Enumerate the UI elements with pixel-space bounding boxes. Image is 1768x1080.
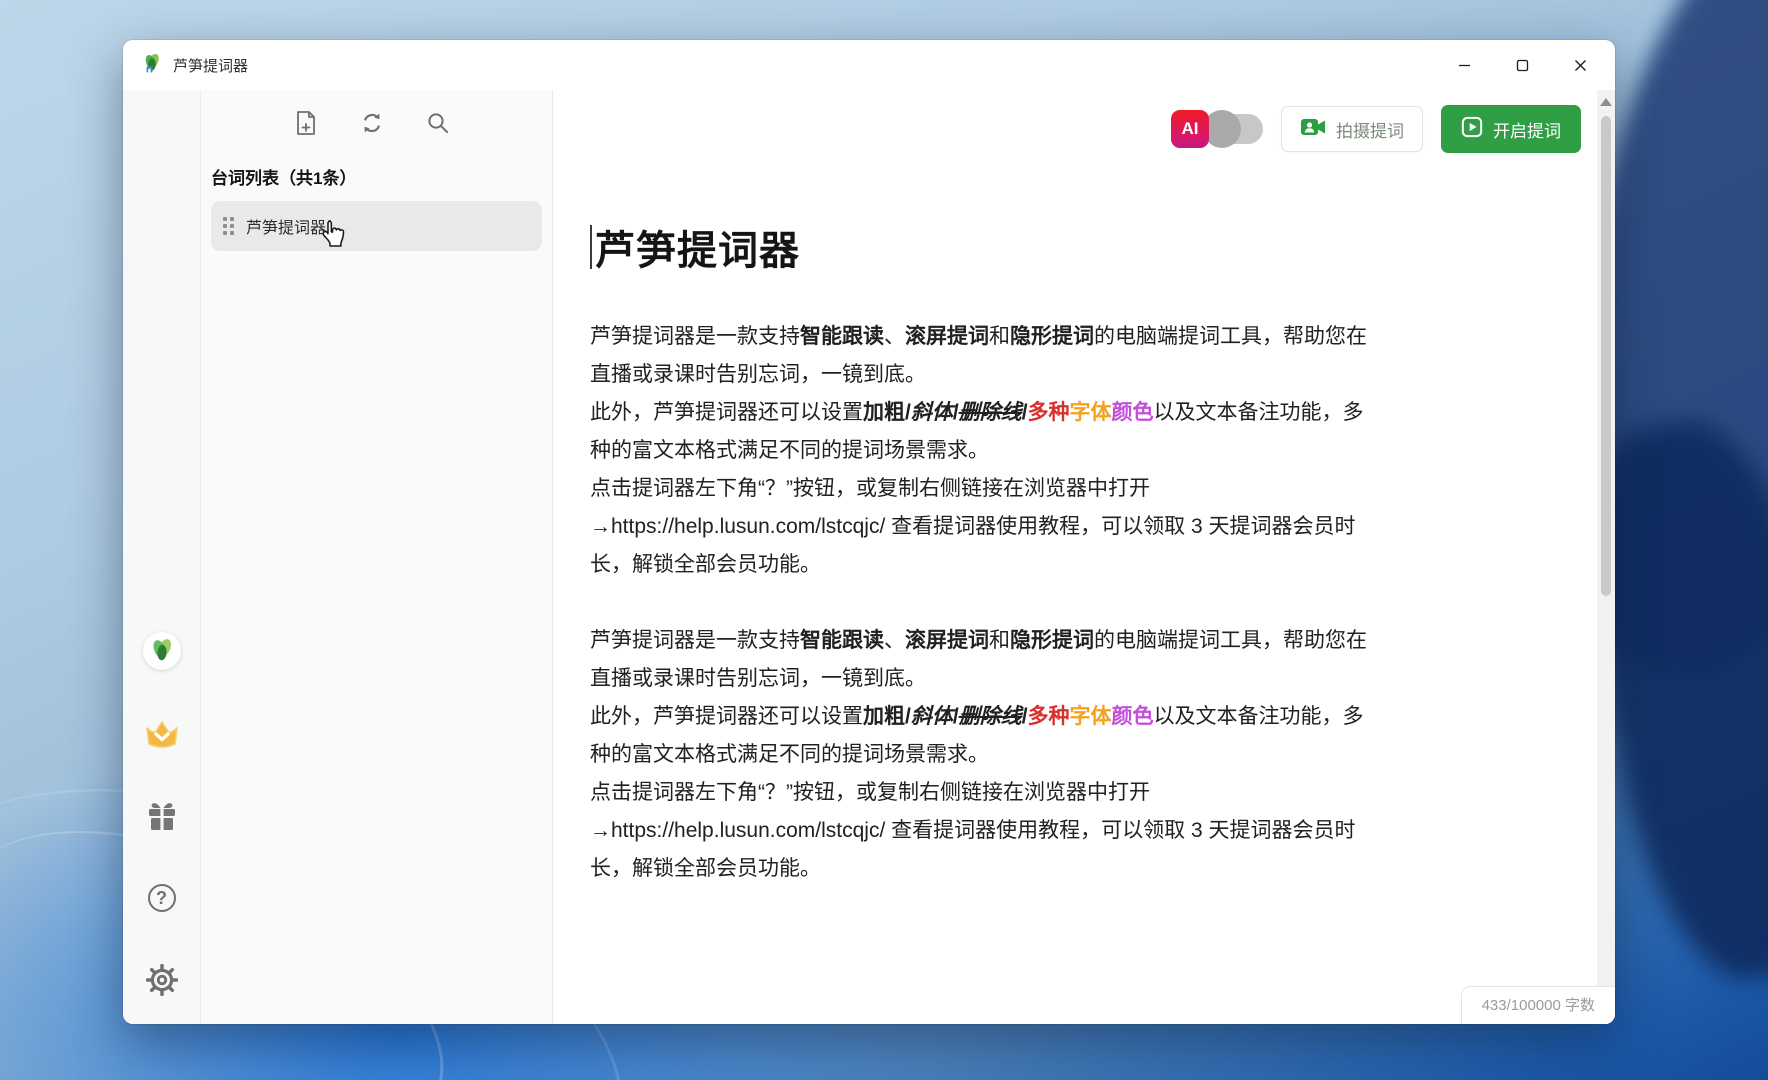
document-title: 芦笋提词器 [590, 218, 1545, 276]
script-list-item-label: 芦笋提词器 [246, 214, 326, 238]
help-icon[interactable]: ? [144, 880, 180, 916]
scrollbar-thumb[interactable] [1601, 116, 1611, 596]
editor-scrollbar[interactable] [1597, 90, 1615, 1024]
gift-icon[interactable] [144, 798, 180, 834]
maximize-button[interactable] [1493, 40, 1551, 90]
header-controls: AI [553, 90, 1615, 154]
app-logo-icon [141, 52, 163, 79]
script-list-item[interactable]: 芦笋提词器 [211, 201, 542, 251]
minimize-button[interactable] [1435, 40, 1493, 90]
app-window: 芦笋提词器 [123, 40, 1615, 1024]
ai-badge: AI [1171, 110, 1209, 148]
ai-toggle-group[interactable]: AI [1171, 110, 1263, 148]
play-icon [1461, 116, 1483, 143]
script-editor[interactable]: 芦笋提词器 芦笋提词器是一款支持智能跟读、滚屏提词和隐形提词的电脑端提词工具，帮… [553, 154, 1615, 1024]
window-title: 芦笋提词器 [173, 55, 248, 76]
camera-icon [1300, 116, 1326, 143]
desktop-wallpaper: 芦笋提词器 [0, 0, 1768, 1080]
document-body[interactable]: 芦笋提词器是一款支持智能跟读、滚屏提词和隐形提词的电脑端提词工具，帮助您在直播或… [590, 318, 1545, 888]
start-prompt-button[interactable]: 开启提词 [1441, 105, 1581, 153]
script-list-header: 台词列表（共1条） [201, 154, 552, 201]
settings-gear-icon[interactable] [144, 962, 180, 998]
search-icon[interactable] [425, 110, 451, 136]
lusun-leaf-logo-icon[interactable] [143, 632, 181, 670]
scroll-up-arrow-icon[interactable] [1600, 98, 1612, 106]
list-toolbar [201, 90, 552, 154]
capture-prompt-button[interactable]: 拍摄提词 [1281, 106, 1423, 152]
start-prompt-label: 开启提词 [1493, 117, 1561, 142]
membership-crown-icon[interactable] [144, 716, 180, 752]
left-rail: ? [123, 90, 201, 1024]
main-area: AI [553, 90, 1615, 1024]
titlebar[interactable]: 芦笋提词器 [123, 40, 1615, 90]
script-list-panel: 台词列表（共1条） 芦笋提词器 [201, 90, 553, 1024]
drag-handle-icon[interactable] [223, 217, 234, 235]
text-caret [590, 225, 592, 269]
refresh-icon[interactable] [359, 110, 385, 136]
capture-prompt-label: 拍摄提词 [1336, 117, 1404, 142]
close-button[interactable] [1551, 40, 1609, 90]
char-counter: 433/100000 字数 [1461, 986, 1615, 1024]
new-script-icon[interactable] [293, 110, 319, 136]
ai-toggle-switch[interactable] [1205, 114, 1263, 144]
